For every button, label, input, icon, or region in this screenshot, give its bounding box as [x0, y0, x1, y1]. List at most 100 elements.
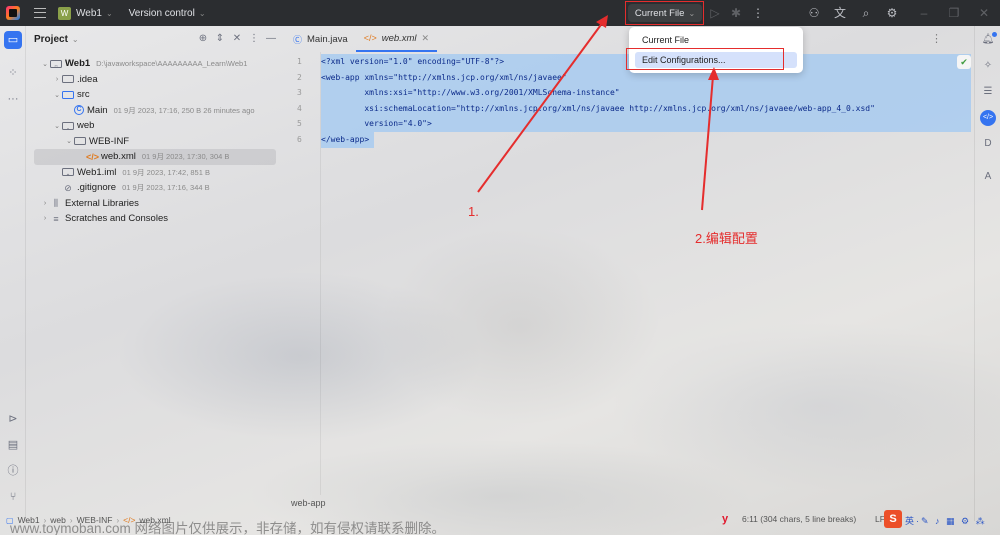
tree-item-meta: 01 9月 2023, 17:16, 344 B	[122, 183, 210, 193]
tree-item[interactable]: › ⫼ External Libraries	[26, 196, 284, 212]
watermark-text: www.toymoban.com 网络图片仅供展示，非存储，如有侵权请联系删除。	[10, 521, 446, 535]
tree-item[interactable]: ⌄ src	[26, 87, 284, 103]
tab-options-icon[interactable]: ⋮	[931, 32, 942, 45]
editor-breadcrumb[interactable]: web-app	[291, 498, 326, 508]
project-panel-header: Project ⌄ ⊕ ⇕ ✕ ⋮ —	[26, 26, 284, 52]
hide-panel-icon[interactable]: —	[264, 32, 278, 46]
structure-tool-icon[interactable]: ⁘	[4, 64, 22, 82]
source-folder-icon	[62, 90, 74, 99]
tree-item[interactable]: - Web1.iml 01 9月 2023, 17:42, 851 B	[26, 165, 284, 181]
ai-assistant-icon[interactable]: ✧	[980, 58, 996, 74]
options-icon[interactable]: ⋮	[247, 32, 261, 46]
class-icon: C	[74, 105, 84, 116]
collapse-all-icon[interactable]: ✕	[230, 32, 244, 46]
no-problems-check-icon[interactable]: ✔	[957, 55, 971, 69]
services-tool-icon[interactable]: ⊳	[4, 410, 22, 428]
tree-item[interactable]: ⌄ ▫ Web1 D:\javaworkspace\AAAAAAAAA_Learn\W…	[26, 56, 284, 72]
title-bar: W Web1 ⌄ Version control ⌄ Current File …	[0, 0, 1000, 26]
left-tool-strip: ▭ ⁘ ··· ⊳ ▤ ⓘ ⑂	[0, 26, 26, 521]
d-plugin-icon[interactable]: D	[980, 136, 996, 152]
terminal-tool-icon[interactable]: ▤	[4, 436, 22, 454]
tree-item[interactable]: ⌄ · web	[26, 118, 284, 134]
chevron-down-icon: ⌄	[688, 8, 696, 18]
main-menu-icon[interactable]	[34, 8, 46, 18]
close-icon[interactable]: ✕	[976, 5, 992, 21]
settings-icon[interactable]: ⚙	[884, 5, 900, 21]
tree-item-meta: 01 9月 2023, 17:42, 851 B	[122, 167, 210, 177]
more-actions-icon[interactable]: ⋮	[750, 5, 766, 21]
ime-toolbar[interactable]: 英·✎ ♪ ▦ ⚙ ⁂	[905, 514, 987, 527]
scratch-icon: ≡	[53, 213, 59, 224]
project-tool-icon[interactable]: ▭	[4, 31, 22, 49]
search-icon[interactable]: ⌕	[858, 5, 874, 21]
sogou-ime-icon[interactable]: S	[884, 510, 902, 528]
chevron-down-icon: ⌄	[105, 8, 113, 18]
version-control-menu[interactable]: Version control	[129, 8, 195, 19]
tree-item-label: Main	[87, 104, 108, 116]
run-icon[interactable]: ▷	[707, 5, 723, 21]
translate-icon[interactable]: 文	[832, 5, 848, 21]
tree-item[interactable]: ⊘ .gitignore 01 9月 2023, 17:16, 344 B	[26, 180, 284, 196]
tree-item[interactable]: C Main 01 9月 2023, 17:16, 250 B 26 minutes…	[26, 103, 284, 119]
add-user-icon[interactable]: ⚇	[806, 5, 822, 21]
run-configuration-selector[interactable]: Current File ⌄	[628, 4, 702, 22]
line-number: 3	[297, 88, 302, 98]
tab-web-xml[interactable]: </> web.xml ✕	[355, 26, 438, 52]
chevron-right-icon[interactable]: ›	[40, 215, 50, 222]
tree-item[interactable]: › ≡ Scratches and Consoles	[26, 211, 284, 227]
tab-label: Main.java	[307, 33, 348, 45]
chevron-down-icon[interactable]: ⌄	[52, 122, 62, 130]
close-tab-icon[interactable]: ✕	[422, 33, 430, 44]
run-configuration-label: Current File	[634, 7, 685, 19]
project-tree: ⌄ ▫ Web1 D:\javaworkspace\AAAAAAAAA_Learn\W…	[26, 56, 284, 227]
project-panel-title[interactable]: Project	[34, 34, 68, 45]
line-number: 1	[297, 57, 302, 66]
iml-icon: -	[62, 168, 74, 179]
yuque-icon[interactable]: y	[722, 513, 728, 525]
menu-item-current-file[interactable]: Current File	[635, 32, 797, 48]
tree-item[interactable]: </> web.xml 01 9月 2023, 17:30, 304 B	[34, 149, 276, 165]
gradle-icon[interactable]: A	[980, 169, 996, 185]
debug-icon[interactable]: ✱	[728, 5, 744, 21]
tree-item-label: .idea	[77, 73, 98, 85]
library-icon: ⫼	[53, 198, 59, 209]
notifications-icon[interactable]: 🔔︎	[980, 32, 997, 48]
chevron-right-icon[interactable]: ›	[40, 200, 50, 207]
line-number-gutter: 1 2 3 4 5 6	[285, 54, 320, 148]
endpoints-icon[interactable]: </>	[980, 110, 996, 126]
database-icon[interactable]: ☰	[980, 84, 996, 100]
git-tool-icon[interactable]: ⑂	[4, 488, 22, 506]
tree-item-meta: D:\javaworkspace\AAAAAAAAA_Learn\Web1	[96, 59, 248, 69]
code-line[interactable]: version="4.0">	[321, 116, 971, 132]
ignore-icon: ⊘	[64, 182, 72, 193]
chevron-right-icon[interactable]: ›	[52, 76, 62, 83]
tree-item-label: WEB-INF	[89, 135, 130, 147]
code-line[interactable]: </web-app>	[321, 132, 971, 148]
restore-icon[interactable]: ❐	[946, 5, 962, 21]
tree-item-label: .gitignore	[77, 182, 117, 194]
tree-item-label: Web1	[65, 58, 91, 70]
expand-all-icon[interactable]: ⇕	[213, 32, 227, 46]
project-selector[interactable]: Web1	[76, 8, 102, 19]
chevron-down-icon[interactable]: ⌄	[40, 60, 50, 68]
module-folder-icon: ▫	[50, 59, 62, 71]
code-line[interactable]: xmlns:xsi="http://www.w3.org/2001/XMLSch…	[321, 85, 971, 101]
caret-position[interactable]: 6:11 (304 chars, 5 line breaks)	[742, 514, 856, 524]
chevron-down-icon[interactable]: ⌄	[52, 91, 62, 99]
java-class-icon: Ⓒ	[293, 34, 303, 45]
line-number: 5	[297, 119, 302, 129]
editor-tabs: Ⓒ Main.java </> web.xml ✕ ⋮	[285, 26, 950, 52]
problems-tool-icon[interactable]: ⓘ	[4, 462, 22, 480]
tree-item[interactable]: ⌄ WEB-INF	[26, 134, 284, 150]
more-tools-icon[interactable]: ···	[4, 90, 22, 108]
locate-file-icon[interactable]: ⊕	[196, 32, 210, 46]
tree-item-label: web	[77, 120, 95, 132]
tree-item-label: web.xml	[101, 151, 136, 163]
tree-item[interactable]: › .idea	[26, 72, 284, 88]
minimize-icon[interactable]: –	[916, 5, 932, 21]
menu-item-edit-configurations[interactable]: Edit Configurations...	[635, 52, 797, 68]
code-line[interactable]: xsi:schemaLocation="http://xmlns.jcp.org…	[321, 101, 971, 117]
tab-main-java[interactable]: Ⓒ Main.java	[285, 26, 356, 52]
chevron-down-icon[interactable]: ⌄	[64, 137, 74, 145]
tree-item-label: Web1.iml	[77, 166, 117, 178]
